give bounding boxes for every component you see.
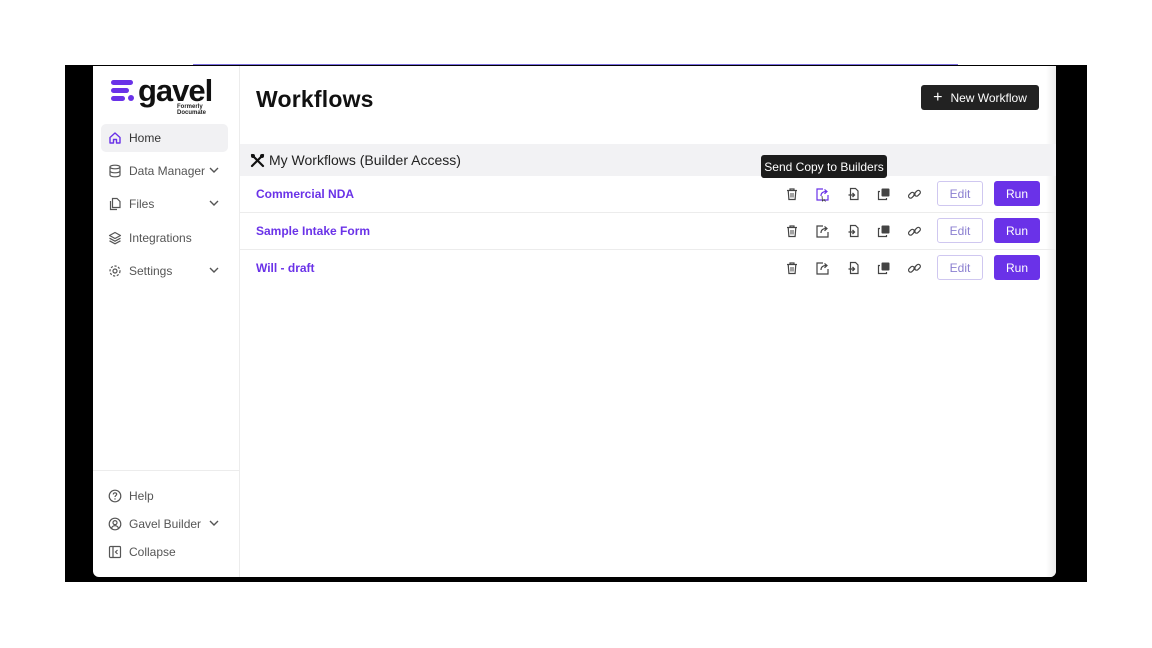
share-icon[interactable] bbox=[814, 223, 830, 239]
logo-tagline: Formerly Documate bbox=[177, 104, 207, 116]
run-button[interactable]: Run bbox=[994, 181, 1040, 206]
layers-icon bbox=[108, 231, 122, 245]
share-icon[interactable] bbox=[814, 260, 830, 276]
chevron-down-icon[interactable] bbox=[208, 264, 220, 276]
chevron-down-icon[interactable] bbox=[208, 517, 220, 529]
tooltip-send-copy: Send Copy to Builders bbox=[761, 155, 887, 178]
collapse-icon bbox=[108, 545, 122, 559]
workflow-name-link[interactable]: Will - draft bbox=[256, 261, 315, 275]
sidebar-item-gavel-builder[interactable]: Gavel Builder bbox=[101, 510, 228, 538]
page-title: Workflows bbox=[256, 86, 374, 112]
trash-icon[interactable] bbox=[784, 223, 800, 239]
sidebar-item-label: Settings bbox=[129, 264, 173, 278]
sidebar-item-help[interactable]: Help bbox=[101, 482, 228, 510]
export-file-icon[interactable] bbox=[846, 186, 862, 202]
database-icon bbox=[108, 164, 122, 178]
sidebar-item-files[interactable]: Files bbox=[101, 190, 228, 218]
table-row: Sample Intake Form Edit Run bbox=[240, 213, 1056, 250]
trash-icon[interactable] bbox=[784, 260, 800, 276]
sidebar-item-settings[interactable]: Settings bbox=[101, 257, 228, 285]
workflow-name-link[interactable]: Commercial NDA bbox=[256, 187, 354, 201]
duplicate-icon[interactable] bbox=[876, 223, 892, 239]
sidebar-item-label: Data Manager bbox=[129, 164, 206, 178]
tools-icon bbox=[250, 153, 265, 168]
sidebar-item-integrations[interactable]: Integrations bbox=[101, 224, 228, 252]
page: gavel Formerly Documate Home Data Manage… bbox=[0, 0, 1152, 648]
sidebar-divider bbox=[93, 470, 240, 471]
export-file-icon[interactable] bbox=[846, 223, 862, 239]
home-icon bbox=[108, 131, 122, 145]
link-icon[interactable] bbox=[906, 186, 922, 202]
plus-icon: + bbox=[933, 88, 943, 106]
sidebar-item-label: Home bbox=[129, 131, 162, 145]
user-icon bbox=[108, 517, 122, 531]
table-row: Will - draft Edit Run bbox=[240, 250, 1056, 287]
gavel-logo[interactable]: gavel Formerly Documate bbox=[111, 73, 221, 116]
run-button[interactable]: Run bbox=[994, 255, 1040, 280]
sidebar-item-collapse[interactable]: Collapse bbox=[101, 538, 228, 566]
link-icon[interactable] bbox=[906, 260, 922, 276]
new-workflow-button[interactable]: + New Workflow bbox=[921, 85, 1039, 110]
sidebar-item-label: Gavel Builder bbox=[129, 517, 202, 531]
share-icon[interactable] bbox=[814, 186, 830, 202]
duplicate-icon[interactable] bbox=[876, 260, 892, 276]
trash-icon[interactable] bbox=[784, 186, 800, 202]
workflow-name-link[interactable]: Sample Intake Form bbox=[256, 224, 370, 238]
logo-wordmark: gavel bbox=[138, 73, 213, 108]
chevron-down-icon[interactable] bbox=[208, 164, 220, 176]
section-header: My Workflows (Builder Access) bbox=[240, 144, 1056, 176]
sidebar-item-data-manager[interactable]: Data Manager bbox=[101, 157, 228, 185]
app-window: gavel Formerly Documate Home Data Manage… bbox=[93, 66, 1056, 577]
run-button[interactable]: Run bbox=[994, 218, 1040, 243]
sidebar-item-label: Help bbox=[129, 489, 154, 503]
sidebar: gavel Formerly Documate Home Data Manage… bbox=[93, 66, 240, 577]
link-icon[interactable] bbox=[906, 223, 922, 239]
sidebar-item-home[interactable]: Home bbox=[101, 124, 228, 152]
section-title: My Workflows (Builder Access) bbox=[269, 152, 461, 168]
sidebar-item-label: Files bbox=[129, 197, 155, 211]
duplicate-icon[interactable] bbox=[876, 186, 892, 202]
files-icon bbox=[108, 197, 122, 211]
sidebar-item-label: Integrations bbox=[129, 231, 192, 245]
export-file-icon[interactable] bbox=[846, 260, 862, 276]
chevron-down-icon[interactable] bbox=[208, 197, 220, 209]
new-workflow-label: New Workflow bbox=[950, 90, 1027, 105]
main-content: Workflows + New Workflow My Workflows (B… bbox=[240, 66, 1056, 577]
help-icon bbox=[108, 489, 122, 503]
table-row: Commercial NDA Edit Run bbox=[240, 176, 1056, 213]
edit-button[interactable]: Edit bbox=[937, 181, 983, 206]
gear-icon bbox=[108, 264, 122, 278]
edit-button[interactable]: Edit bbox=[937, 218, 983, 243]
edit-button[interactable]: Edit bbox=[937, 255, 983, 280]
sidebar-item-label: Collapse bbox=[129, 545, 176, 559]
logo-mark-icon bbox=[111, 80, 135, 106]
